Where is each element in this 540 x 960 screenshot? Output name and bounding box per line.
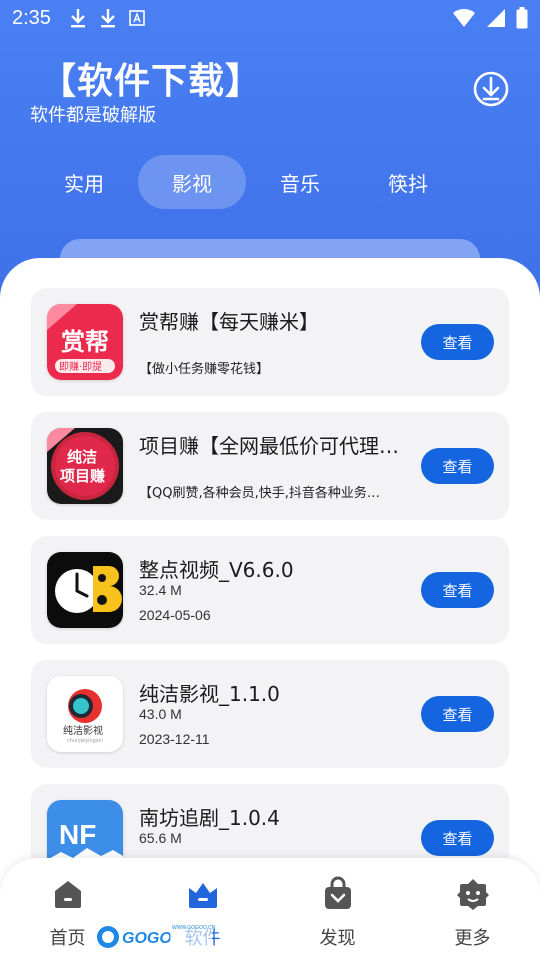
app-subtitle: 软件都是破解版 xyxy=(30,105,156,126)
svg-text:项目赚: 项目赚 xyxy=(60,467,105,485)
list-item[interactable]: 整点视频_V6.6.0 32.4 M 2024-05-06 查看 xyxy=(31,536,509,644)
category-tabs: 实用 影视 音乐 筷抖 xyxy=(30,155,510,209)
status-time: 2:35 xyxy=(12,6,51,29)
download-button[interactable] xyxy=(472,70,510,108)
content-panel: 赏帮 即赚·即提 赏帮赚【每天赚米】 【做小任务赚零花钱】 查看 纯洁 项目赚 xyxy=(0,258,540,960)
list-item[interactable]: 纯洁影视 chunjieyingshi 纯洁影视_1.1.0 43.0 M 20… xyxy=(31,660,509,768)
app-date: 2023-12-11 xyxy=(139,731,210,747)
chunjie-video-app-icon: 纯洁影视 chunjieyingshi xyxy=(47,676,123,752)
tab-video[interactable]: 影视 xyxy=(138,155,246,209)
view-button[interactable]: 查看 xyxy=(421,448,494,484)
nav-more[interactable]: 更多 xyxy=(405,858,540,960)
app-date: 2024-05-06 xyxy=(139,607,211,623)
view-button[interactable]: 查看 xyxy=(421,820,494,856)
svg-text:NF: NF xyxy=(59,819,96,850)
tab-music[interactable]: 音乐 xyxy=(246,155,354,209)
software-icon xyxy=(189,883,217,908)
app-list: 赏帮 即赚·即提 赏帮赚【每天赚米】 【做小任务赚零花钱】 查看 纯洁 项目赚 xyxy=(31,288,509,908)
download-circle-icon xyxy=(473,71,509,107)
app-title: 赏帮赚【每天赚米】 xyxy=(139,310,319,334)
battery-icon xyxy=(516,7,528,29)
signal-icon xyxy=(487,9,505,27)
app-title: 项目赚【全网最低价可代理… xyxy=(139,434,399,458)
nav-discover[interactable]: 发现 xyxy=(270,858,405,960)
more-icon xyxy=(457,879,489,910)
nav-discover-label: 发现 xyxy=(319,928,356,949)
view-button[interactable]: 查看 xyxy=(421,324,494,360)
tab-kuaidou[interactable]: 筷抖 xyxy=(354,155,462,209)
view-button[interactable]: 查看 xyxy=(421,696,494,732)
app-size: 32.4 M xyxy=(139,582,182,598)
app-size: 65.6 M xyxy=(139,830,182,846)
app-title: 【软件下载】 xyxy=(40,61,263,102)
app-size: 43.0 M xyxy=(139,706,182,722)
xiangmuzhuan-app-icon: 纯洁 项目赚 xyxy=(47,428,123,504)
keyboard-a-icon xyxy=(129,10,145,26)
svg-text:chunjieyingshi: chunjieyingshi xyxy=(67,738,103,744)
svg-text:纯洁影视: 纯洁影视 xyxy=(63,724,103,737)
list-item[interactable]: 纯洁 项目赚 项目赚【全网最低价可代理… 【QQ刷赞,各种会员,快手,抖音各种业… xyxy=(31,412,509,520)
shangbangzhuan-app-icon: 赏帮 即赚·即提 xyxy=(47,304,123,380)
svg-text:WWW.GOGOO.CN: WWW.GOGOO.CN xyxy=(172,925,216,931)
app-title: 南坊追剧_1.0.4 xyxy=(139,806,280,830)
svg-text:即赚·即提: 即赚·即提 xyxy=(59,360,102,373)
wifi-icon xyxy=(453,8,475,27)
status-bar: 2:35 xyxy=(0,0,540,36)
svg-text:GOGO: GOGO xyxy=(122,930,172,947)
zhengdian-video-app-icon xyxy=(47,552,123,628)
bag-icon xyxy=(325,876,351,909)
gogo-watermark-logo: GOGO WWW.GOGOO.CN xyxy=(96,924,216,950)
tab-utility[interactable]: 实用 xyxy=(30,155,138,209)
download-icon xyxy=(100,9,115,28)
svg-text:赏帮: 赏帮 xyxy=(61,328,109,356)
download-icon xyxy=(70,9,85,28)
app-description: 【QQ刷赞,各种会员,快手,抖音各种业务… xyxy=(139,486,380,501)
bottom-navigation: 首页 软件 发现 更多 xyxy=(0,858,540,960)
app-title: 纯洁影视_1.1.0 xyxy=(139,682,280,706)
nav-more-label: 更多 xyxy=(454,928,491,949)
svg-text:纯洁: 纯洁 xyxy=(67,448,97,466)
home-icon xyxy=(55,881,81,908)
view-button[interactable]: 查看 xyxy=(421,572,494,608)
app-description: 【做小任务赚零花钱】 xyxy=(139,362,270,377)
app-title: 整点视频_V6.6.0 xyxy=(139,558,294,582)
list-item[interactable]: 赏帮 即赚·即提 赏帮赚【每天赚米】 【做小任务赚零花钱】 查看 xyxy=(31,288,509,396)
